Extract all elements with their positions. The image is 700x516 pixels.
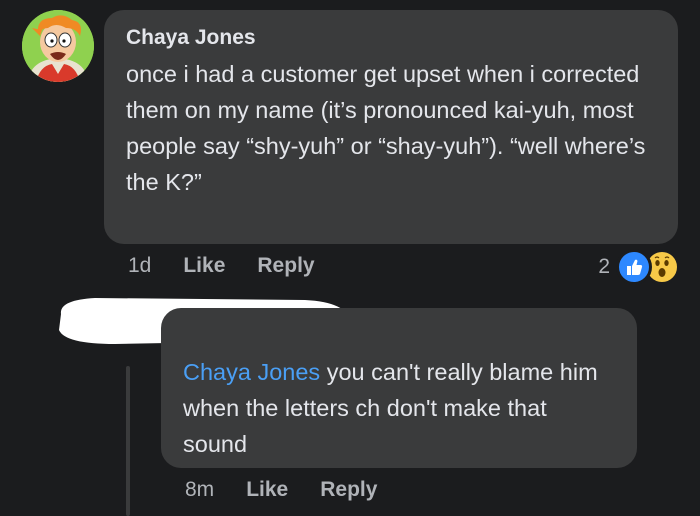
reply-actions: 8m Like Reply: [185, 478, 409, 502]
thread-connector: [126, 366, 130, 516]
reply-button[interactable]: Reply: [257, 254, 314, 278]
reply-bubble: Chaya Jones you can't really blame him w…: [161, 308, 637, 468]
mention-link[interactable]: Chaya Jones: [183, 359, 320, 385]
reply-text: Chaya Jones you can't really blame him w…: [183, 354, 615, 462]
comment-actions: 1d Like Reply: [128, 254, 347, 278]
like-reaction-icon: [616, 249, 652, 285]
comment-bubble: Chaya Jones once i had a customer get up…: [104, 10, 678, 244]
like-button[interactable]: Like: [183, 254, 225, 278]
avatar[interactable]: [22, 10, 94, 82]
cartoon-avatar-icon: [22, 10, 94, 82]
comment-text: once i had a customer get upset when i c…: [126, 61, 646, 195]
reaction-summary[interactable]: 2: [598, 248, 680, 286]
reaction-count: 2: [598, 255, 610, 278]
reply-reply-button[interactable]: Reply: [320, 478, 377, 502]
comment-author[interactable]: Chaya Jones: [126, 24, 656, 52]
comment-timestamp[interactable]: 1d: [128, 254, 151, 278]
reply-like-button[interactable]: Like: [246, 478, 288, 502]
reply-timestamp[interactable]: 8m: [185, 478, 214, 502]
